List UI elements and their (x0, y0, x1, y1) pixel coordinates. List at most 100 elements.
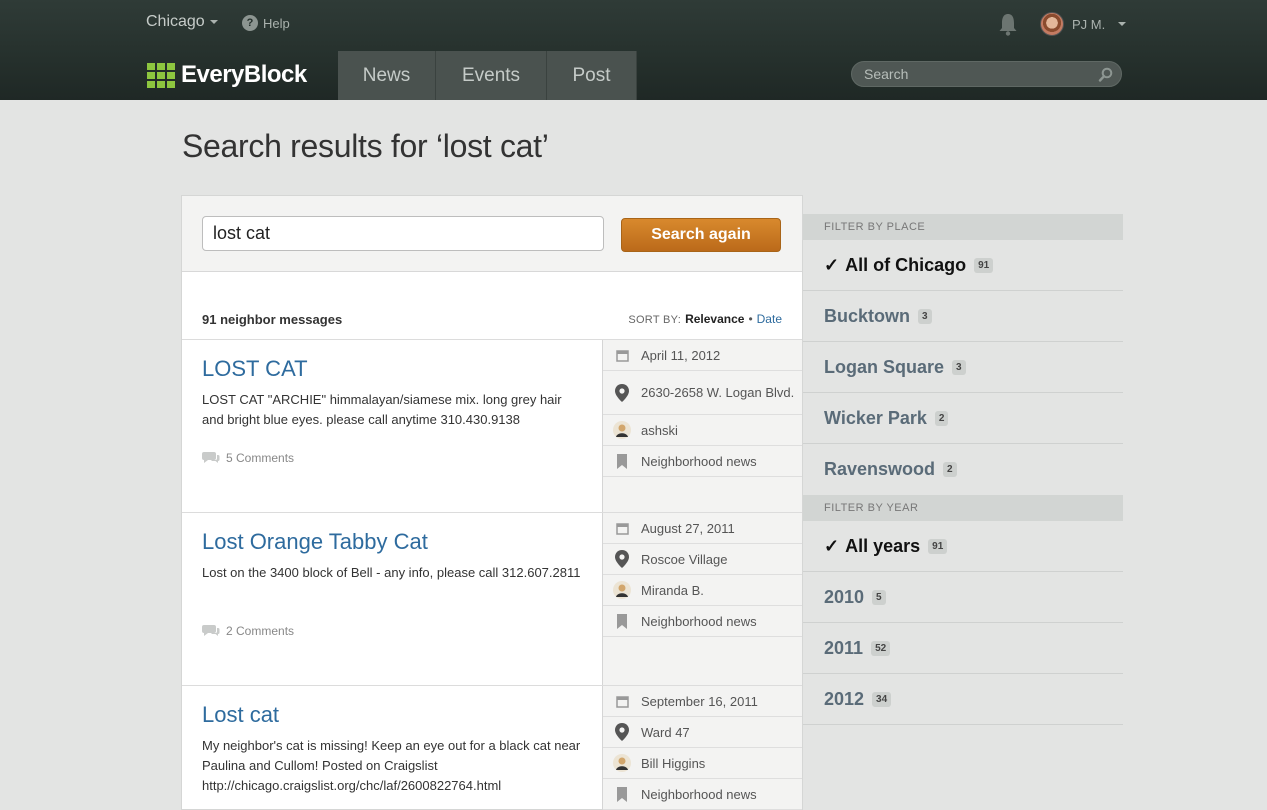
filter-place-logan-square[interactable]: Logan Square 3 (803, 342, 1123, 393)
filter-place-heading: FILTER BY PLACE (803, 214, 1123, 240)
sort-relevance[interactable]: Relevance (685, 312, 744, 326)
result-item: LOST CAT LOST CAT "ARCHIE" himmalayan/si… (182, 340, 802, 513)
result-title[interactable]: LOST CAT (202, 356, 308, 382)
user-name: PJ M. (1072, 16, 1106, 32)
top-header: Chicago ? Help PJ M. EveryBlock News Eve… (0, 0, 1267, 100)
search-again-button[interactable]: Search again (621, 218, 781, 252)
everyblock-logo[interactable]: EveryBlock (147, 61, 307, 89)
meta-location-text: Ward 47 (641, 724, 690, 740)
meta-category[interactable]: Neighborhood news (603, 779, 802, 810)
meta-date-text: September 16, 2011 (641, 693, 758, 709)
meta-date-text: April 11, 2012 (641, 347, 721, 363)
filter-label: 2011 (824, 637, 864, 658)
user-icon (613, 754, 631, 772)
tab-news[interactable]: News (338, 51, 436, 100)
meta-location[interactable]: 2630-2658 W. Logan Blvd. (603, 371, 802, 415)
result-title[interactable]: Lost cat (202, 702, 279, 728)
count-badge: 91 (974, 257, 994, 273)
sort-date-link[interactable]: Date (757, 312, 782, 326)
meta-author[interactable]: Miranda B. (603, 575, 802, 606)
meta-author[interactable]: Bill Higgins (603, 748, 802, 779)
chevron-down-icon (209, 19, 218, 24)
meta-category-text: Neighborhood news (641, 453, 757, 469)
user-icon (613, 421, 631, 439)
check-icon: ✓ (824, 254, 840, 275)
search-icon[interactable] (1098, 67, 1113, 82)
count-badge: 34 (872, 691, 892, 707)
question-icon: ? (242, 15, 258, 31)
count-badge: 2 (934, 410, 949, 426)
comments-icon (202, 452, 220, 463)
meta-date: August 27, 2011 (603, 513, 802, 544)
result-meta: April 11, 2012 2630-2658 W. Logan Blvd. … (603, 340, 802, 512)
meta-author[interactable]: ashski (603, 415, 802, 446)
filter-year-2010[interactable]: 2010 5 (803, 572, 1123, 623)
filter-place-ravenswood[interactable]: Ravenswood 2 (803, 444, 1123, 495)
meta-category[interactable]: Neighborhood news (603, 446, 802, 477)
count-badge: 52 (871, 640, 891, 656)
avatar (1040, 12, 1064, 36)
result-item: Lost cat My neighbor's cat is missing! K… (182, 686, 802, 810)
logo-text: EveryBlock (181, 61, 307, 88)
meta-location[interactable]: Roscoe Village (603, 544, 802, 575)
header-search-input[interactable] (864, 66, 1089, 82)
sort-controls: SORT BY: Relevance • Date (628, 312, 782, 326)
filter-place-all[interactable]: ✓ All of Chicago 91 (803, 240, 1123, 291)
tab-events[interactable]: Events (436, 51, 547, 100)
filter-year-2012[interactable]: 2012 34 (803, 674, 1123, 725)
user-menu[interactable]: PJ M. (1040, 12, 1127, 36)
comments-link[interactable]: 5 Comments (202, 451, 294, 465)
count-badge: 2 (943, 462, 957, 477)
meta-location[interactable]: Ward 47 (603, 717, 802, 748)
calendar-icon (613, 519, 631, 537)
logo-grid-icon (147, 62, 175, 88)
result-meta: August 27, 2011 Roscoe Village Miranda B… (603, 513, 802, 685)
city-label: Chicago (146, 13, 205, 30)
result-content: Lost cat My neighbor's cat is missing! K… (182, 686, 603, 810)
map-pin-icon (613, 383, 631, 402)
result-body: My neighbor's cat is missing! Keep an ey… (202, 738, 581, 793)
filter-label: Wicker Park (824, 407, 927, 428)
filter-year-2011[interactable]: 2011 52 (803, 623, 1123, 674)
calendar-icon (613, 692, 631, 710)
chevron-down-icon (1118, 22, 1127, 26)
filter-label: All years (845, 535, 921, 556)
filter-label: Ravenswood (824, 459, 936, 479)
help-link[interactable]: ? Help (242, 15, 290, 31)
bell-icon[interactable] (998, 12, 1018, 36)
bookmark-icon (613, 452, 631, 470)
sort-separator: • (748, 312, 753, 326)
bookmark-icon (613, 612, 631, 630)
meta-author-text: Miranda B. (641, 582, 704, 598)
filter-label: 2010 (824, 586, 865, 607)
tab-post[interactable]: Post (547, 51, 637, 100)
meta-category-text: Neighborhood news (641, 786, 757, 802)
results-count: 91 neighbor messages (202, 312, 343, 327)
meta-category-text: Neighborhood news (641, 613, 757, 629)
filter-sidebar: FILTER BY PLACE ✓ All of Chicago 91 Buck… (803, 214, 1123, 725)
header-search (851, 61, 1122, 87)
meta-date: September 16, 2011 (603, 686, 802, 717)
results-summary: 91 neighbor messages SORT BY: Relevance … (182, 272, 802, 340)
result-title[interactable]: Lost Orange Tabby Cat (202, 529, 428, 555)
filter-label: 2012 (824, 688, 865, 709)
filter-place-bucktown[interactable]: Bucktown 3 (803, 291, 1123, 342)
meta-category[interactable]: Neighborhood news (603, 606, 802, 637)
meta-author-text: ashski (641, 422, 678, 438)
count-badge: 5 (872, 589, 886, 605)
count-badge: 91 (928, 538, 948, 554)
map-pin-icon (613, 550, 631, 568)
map-pin-icon (613, 723, 631, 741)
filter-year-all[interactable]: ✓ All years 91 (803, 521, 1123, 572)
main-nav: News Events Post (338, 51, 637, 100)
city-dropdown[interactable]: Chicago (146, 13, 218, 31)
comments-count: 2 Comments (226, 624, 295, 638)
filter-label: Bucktown (824, 305, 911, 326)
calendar-icon (613, 346, 631, 364)
comments-link[interactable]: 2 Comments (202, 624, 294, 638)
search-query-input[interactable] (202, 216, 604, 251)
filter-place-wicker-park[interactable]: Wicker Park 2 (803, 393, 1123, 444)
result-item: Lost Orange Tabby Cat Lost on the 3400 b… (182, 513, 802, 686)
meta-location-text: 2630-2658 W. Logan Blvd. (641, 385, 795, 400)
sort-label: SORT BY: (628, 314, 682, 326)
